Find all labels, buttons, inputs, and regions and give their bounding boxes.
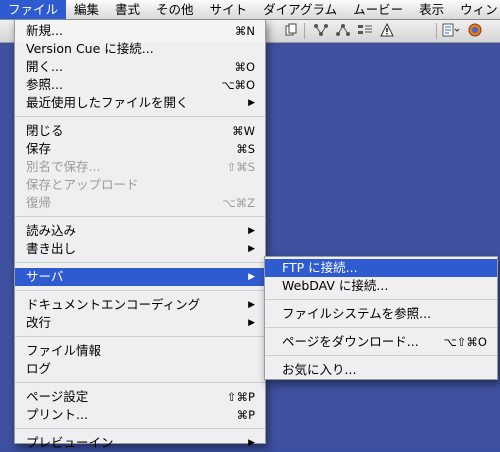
diagram-icon[interactable]: [334, 23, 352, 39]
menu-item-open-recent[interactable]: 最近使用したファイルを開く ▶: [15, 94, 265, 112]
menubar-view[interactable]: 表示: [411, 0, 452, 19]
submenu-arrow-icon: ▶: [248, 244, 255, 254]
server-submenu: FTP に接続... WebDAV に接続... ファイルシステムを参照... …: [264, 256, 498, 380]
menu-item-save[interactable]: 保存 ⌘S: [15, 140, 265, 158]
menu-item-label: 閉じる: [26, 123, 64, 138]
site-icon[interactable]: [312, 23, 330, 39]
browser-icon[interactable]: [466, 23, 484, 39]
submenu-arrow-icon: ▶: [248, 272, 255, 282]
menu-item-file-info[interactable]: ファイル情報: [15, 342, 265, 360]
submenu-arrow-icon: ▶: [248, 318, 255, 328]
menu-separator: [15, 336, 265, 337]
menu-separator: [265, 299, 497, 300]
menu-item-export[interactable]: 書き出し ▶: [15, 240, 265, 258]
menu-item-label: サーバ: [26, 269, 64, 284]
submenu-arrow-icon: ▶: [248, 226, 255, 236]
menu-item-new[interactable]: 新規... ⌘N: [15, 22, 265, 40]
submenu-arrow-icon: ▶: [248, 438, 255, 448]
menubar-diagram[interactable]: ダイアグラム: [255, 0, 345, 19]
menu-item-server[interactable]: サーバ ▶: [15, 268, 265, 286]
menu-item-label: 最近使用したファイルを開く: [26, 95, 189, 110]
shortcut: ⌘S: [236, 142, 255, 156]
menu-item-revert: 復帰 ⌥⌘Z: [15, 194, 265, 212]
menu-item-connect-ftp[interactable]: FTP に接続...: [265, 259, 497, 277]
menubar-edit[interactable]: 編集: [66, 0, 107, 19]
shortcut: ⌘O: [234, 60, 255, 74]
menu-item-label: ファイルシステムを参照...: [282, 306, 432, 321]
menu-item-label: 復帰: [26, 195, 52, 210]
menu-item-label: プリント...: [26, 407, 88, 422]
submenu-arrow-icon: ▶: [248, 98, 255, 108]
menu-item-label: 書き出し: [26, 241, 77, 256]
menu-item-save-and-upload: 保存とアップロード: [15, 176, 265, 194]
menu-item-label: 保存: [26, 141, 52, 156]
menu-separator: [15, 116, 265, 117]
menu-separator: [15, 262, 265, 263]
menu-separator: [15, 428, 265, 429]
menu-item-label: 参照...: [26, 77, 63, 92]
menu-item-close[interactable]: 閉じる ⌘W: [15, 122, 265, 140]
shortcut: ⌘W: [232, 124, 255, 138]
menu-item-label: プレビューイン: [26, 435, 114, 450]
menu-item-label: 改行: [26, 315, 52, 330]
shortcut: ⌥⌘Z: [222, 196, 255, 210]
shortcut: ⌘N: [234, 24, 255, 38]
shortcut: ⇧⌘P: [226, 390, 255, 404]
menu-item-connect-version-cue[interactable]: Version Cue に接続...: [15, 40, 265, 58]
menubar-movie[interactable]: ムービー: [345, 0, 411, 19]
file-menu: 新規... ⌘N Version Cue に接続... 開く... ⌘O 参照.…: [14, 19, 266, 450]
menubar-window[interactable]: ウィン: [452, 0, 500, 19]
menu-item-print[interactable]: プリント... ⌘P: [15, 406, 265, 424]
menu-item-label: 新規...: [26, 23, 63, 38]
menu-item-label: 読み込み: [26, 223, 77, 238]
menu-separator: [15, 290, 265, 291]
menubar-file[interactable]: ファイル: [0, 0, 67, 19]
menu-item-import[interactable]: 読み込み ▶: [15, 222, 265, 240]
menu-item-preview-in[interactable]: プレビューイン ▶: [15, 434, 265, 452]
menu-item-browse[interactable]: 参照... ⌥⌘O: [15, 76, 265, 94]
menu-item-save-as: 別名で保存... ⇧⌘S: [15, 158, 265, 176]
shortcut: ⌥⇧⌘O: [443, 335, 487, 349]
table-icon[interactable]: [356, 23, 374, 39]
warning-icon[interactable]: [378, 22, 396, 39]
menu-item-browse-filesystem[interactable]: ファイルシステムを参照...: [265, 305, 497, 323]
menu-item-connect-webdav[interactable]: WebDAV に接続...: [265, 277, 497, 295]
menu-separator: [15, 382, 265, 383]
menu-item-label: FTP に接続...: [282, 260, 358, 275]
menubar-other[interactable]: その他: [148, 0, 202, 19]
menu-bar: ファイル 編集 書式 その他 サイト ダイアグラム ムービー 表示 ウィン: [0, 0, 500, 20]
menu-item-document-encoding[interactable]: ドキュメントエンコーディング ▶: [15, 296, 265, 314]
menu-item-favorites[interactable]: お気に入り...: [265, 361, 497, 379]
menu-separator: [265, 355, 497, 356]
menu-separator: [265, 327, 497, 328]
shortcut: ⌘P: [236, 408, 255, 422]
menubar-site[interactable]: サイト: [202, 0, 256, 19]
menu-item-label: 別名で保存...: [26, 159, 101, 174]
shortcut: ⌥⌘O: [221, 78, 255, 92]
menu-item-page-setup[interactable]: ページ設定 ⇧⌘P: [15, 388, 265, 406]
menu-item-download-page[interactable]: ページをダウンロード... ⌥⇧⌘O: [265, 333, 497, 351]
menu-item-label: お気に入り...: [282, 362, 357, 377]
menu-item-label: WebDAV に接続...: [282, 278, 389, 293]
menu-item-label: ドキュメントエンコーディング: [26, 297, 201, 312]
submenu-arrow-icon: ▶: [248, 300, 255, 310]
menu-item-log[interactable]: ログ: [15, 360, 265, 378]
menu-item-label: 開く...: [26, 59, 63, 74]
menu-item-line-break[interactable]: 改行 ▶: [15, 314, 265, 332]
shortcut: ⇧⌘S: [226, 160, 255, 174]
edit-list-icon[interactable]: [442, 23, 460, 39]
menu-item-label: ページ設定: [26, 389, 89, 404]
menu-item-label: Version Cue に接続...: [26, 41, 154, 56]
menu-item-label: ログ: [26, 361, 52, 376]
menubar-format[interactable]: 書式: [107, 0, 148, 19]
menu-separator: [15, 216, 265, 217]
menu-item-label: ページをダウンロード...: [282, 334, 419, 349]
menu-item-label: 保存とアップロード: [26, 177, 139, 192]
new-page-icon[interactable]: [282, 23, 300, 39]
menu-item-label: ファイル情報: [26, 343, 102, 358]
menu-item-open[interactable]: 開く... ⌘O: [15, 58, 265, 76]
